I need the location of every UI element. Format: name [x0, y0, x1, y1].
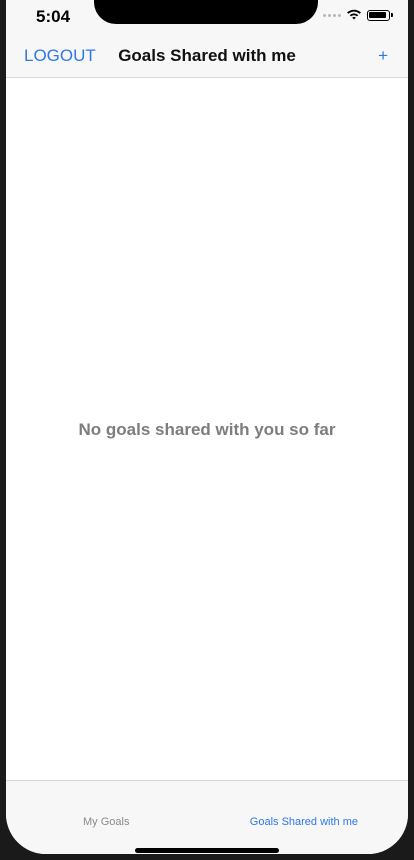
empty-state-message: No goals shared with you so far — [78, 420, 336, 439]
status-bar: 5:04 — [6, 0, 408, 34]
main-content: No goals shared with you so far — [6, 78, 408, 780]
app-screen: 5:04 LOGOUT Goals Shared with me + No go… — [6, 0, 408, 854]
page-title: Goals Shared with me — [118, 46, 296, 65]
add-button[interactable]: + — [378, 46, 388, 66]
notch — [94, 0, 318, 24]
tab-bar: My Goals Goals Shared with me — [6, 780, 408, 854]
device-frame: 5:04 LOGOUT Goals Shared with me + No go… — [0, 0, 414, 860]
battery-icon — [367, 9, 393, 21]
navigation-bar: LOGOUT Goals Shared with me + — [6, 34, 408, 78]
tab-my-goals[interactable]: My Goals — [83, 816, 129, 828]
home-indicator — [135, 848, 279, 853]
wifi-icon — [347, 9, 361, 20]
status-time: 5:04 — [36, 7, 71, 26]
status-icons — [323, 9, 393, 21]
cellular-signal-icon — [323, 13, 341, 17]
tab-goals-shared-with-me[interactable]: Goals Shared with me — [250, 816, 358, 828]
